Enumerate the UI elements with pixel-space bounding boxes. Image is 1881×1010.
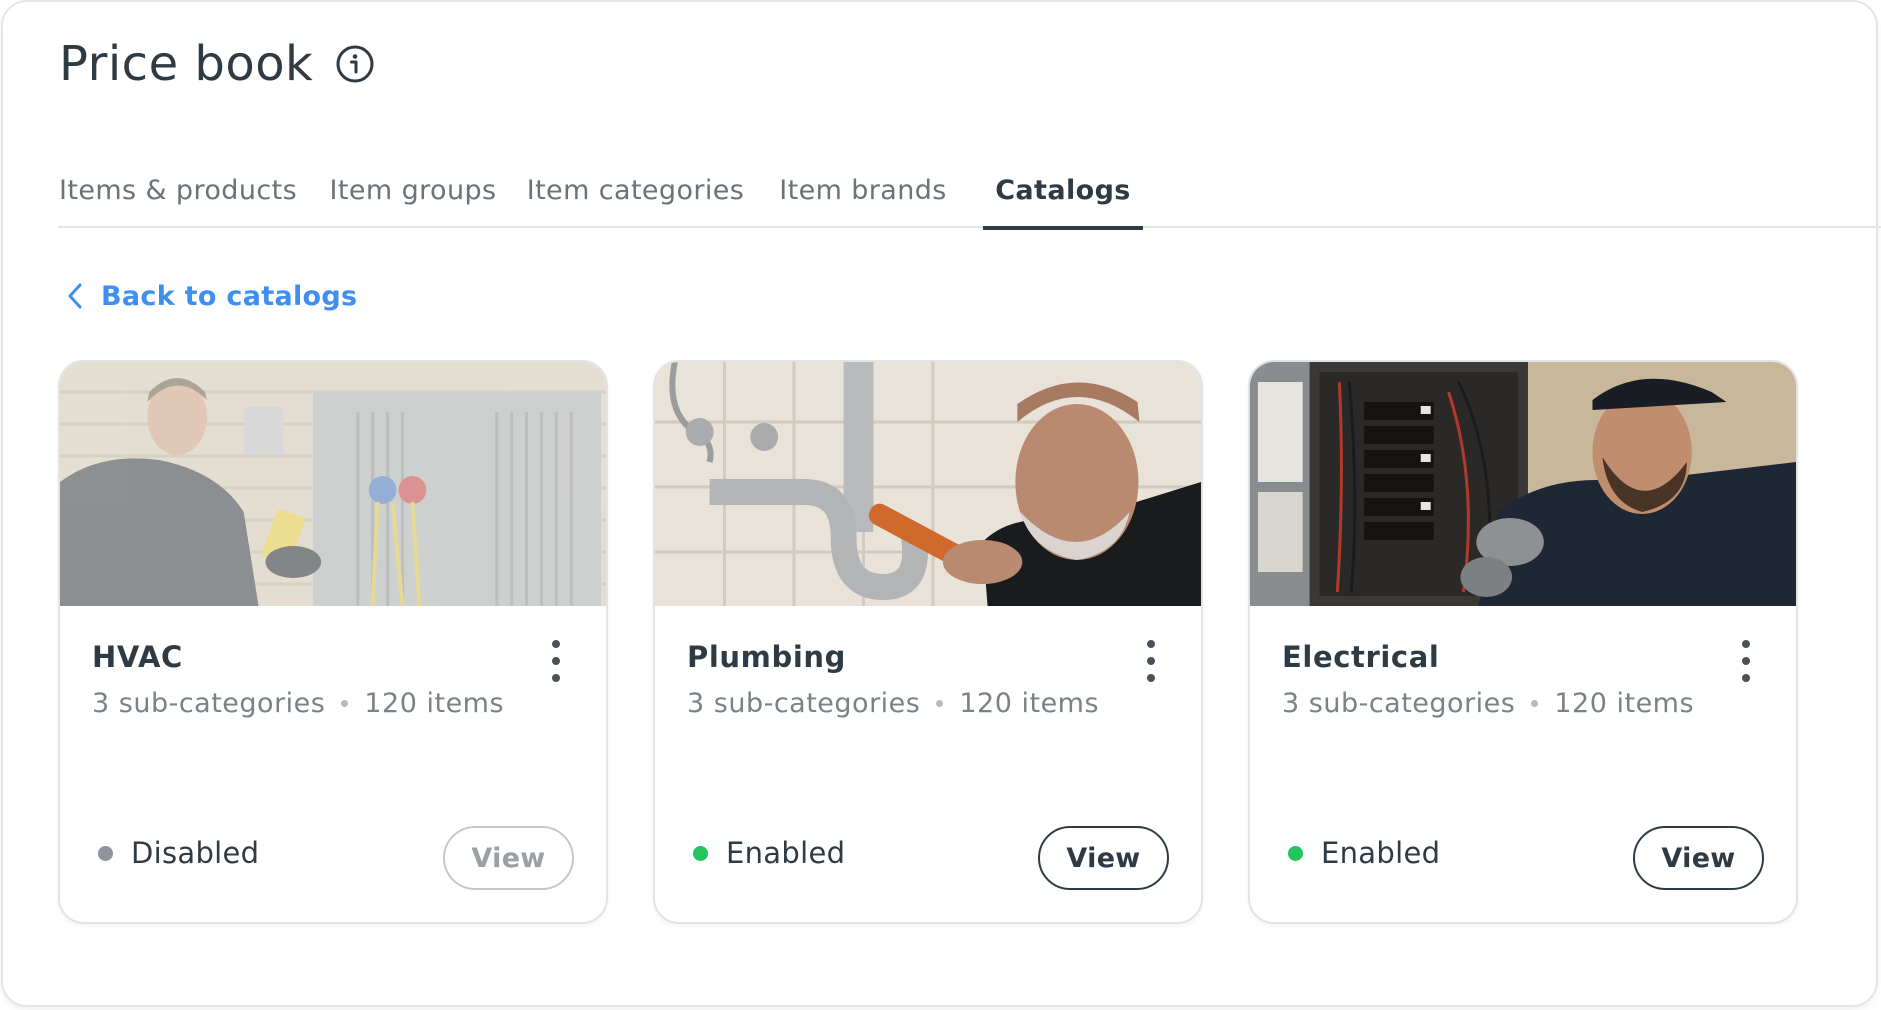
tab-item-categories[interactable]: Item categories (513, 152, 758, 228)
page-title: Price book (59, 36, 314, 92)
status-label: Disabled (131, 836, 260, 870)
status-indicator: Enabled (1288, 836, 1440, 870)
catalog-card-hvac: HVAC 3 sub-categories 120 items Disabled… (58, 360, 608, 924)
separator-dot (341, 700, 349, 707)
tab-item-brands[interactable]: Item brands (758, 152, 968, 228)
back-to-catalogs-link[interactable]: Back to catalogs (65, 276, 357, 316)
tab-item-groups[interactable]: Item groups (313, 152, 513, 228)
separator-dot (1531, 700, 1539, 707)
page-header: Price book (59, 32, 375, 96)
card-title: Electrical (1282, 640, 1440, 674)
back-link-label: Back to catalogs (101, 280, 358, 312)
tab-bar: Items & products Item groups Item catego… (58, 152, 1881, 230)
tab-catalogs[interactable]: Catalogs (983, 152, 1143, 230)
more-options-icon[interactable] (1738, 640, 1754, 682)
catalog-card-plumbing: Plumbing 3 sub-categories 120 items Enab… (653, 360, 1203, 924)
tab-items-products[interactable]: Items & products (58, 152, 298, 228)
catalog-card-electrical: Electrical 3 sub-categories 120 items En… (1248, 360, 1798, 924)
card-meta: 3 sub-categories 120 items (1282, 688, 1694, 719)
view-button[interactable]: View (443, 826, 574, 890)
card-title: HVAC (92, 640, 183, 674)
plumber-photo (655, 362, 1201, 606)
view-button[interactable]: View (1038, 826, 1169, 890)
subcategory-count: 3 sub-categories (92, 688, 326, 719)
status-indicator: Enabled (693, 836, 845, 870)
separator-dot (936, 700, 944, 707)
chevron-left-icon (65, 281, 87, 311)
card-meta: 3 sub-categories 120 items (92, 688, 504, 719)
subcategory-count: 3 sub-categories (687, 688, 921, 719)
status-dot-icon (1288, 845, 1303, 861)
status-label: Enabled (726, 836, 846, 870)
status-indicator: Disabled (98, 836, 259, 870)
item-count: 120 items (1554, 688, 1695, 719)
item-count: 120 items (959, 688, 1100, 719)
more-options-icon[interactable] (548, 640, 564, 682)
more-options-icon[interactable] (1143, 640, 1159, 682)
status-dot-icon (693, 845, 708, 861)
view-button[interactable]: View (1633, 826, 1764, 890)
card-title: Plumbing (687, 640, 846, 674)
status-dot-icon (98, 845, 113, 861)
card-meta: 3 sub-categories 120 items (687, 688, 1099, 719)
status-label: Enabled (1321, 836, 1441, 870)
subcategory-count: 3 sub-categories (1282, 688, 1516, 719)
item-count: 120 items (364, 688, 505, 719)
info-icon[interactable] (335, 44, 375, 84)
price-book-panel: Price book Items & products Item groups … (1, 0, 1881, 1007)
hvac-technician-photo (60, 362, 606, 606)
electrician-photo (1250, 362, 1796, 606)
